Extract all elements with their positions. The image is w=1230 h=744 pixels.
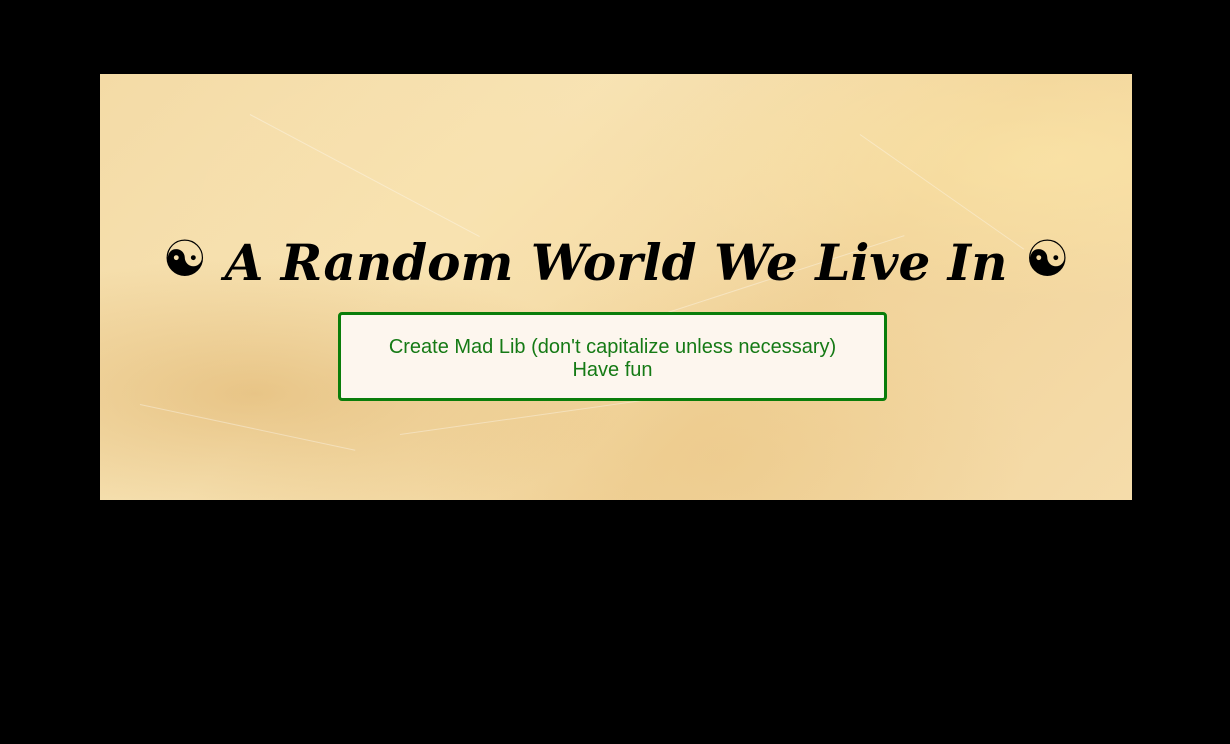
texture-line	[249, 114, 480, 238]
create-mad-lib-label: Create Mad Lib (don't capitalize unless …	[388, 336, 837, 358]
page-title-text: A Random World We Live In	[224, 233, 1008, 292]
yin-yang-icon: ☯	[162, 230, 208, 288]
page-title: ☯ A Random World We Live In ☯	[100, 224, 1132, 298]
page: ☯ A Random World We Live In ☯ Create Mad…	[0, 0, 1230, 744]
yin-yang-icon: ☯	[1024, 230, 1070, 288]
texture-line	[139, 404, 356, 451]
parchment-panel: ☯ A Random World We Live In ☯ Create Mad…	[100, 74, 1132, 500]
texture-line	[399, 395, 678, 435]
have-fun-label: Have fun	[572, 359, 653, 381]
create-mad-lib-button[interactable]: Create Mad Lib (don't capitalize unless …	[338, 312, 887, 401]
